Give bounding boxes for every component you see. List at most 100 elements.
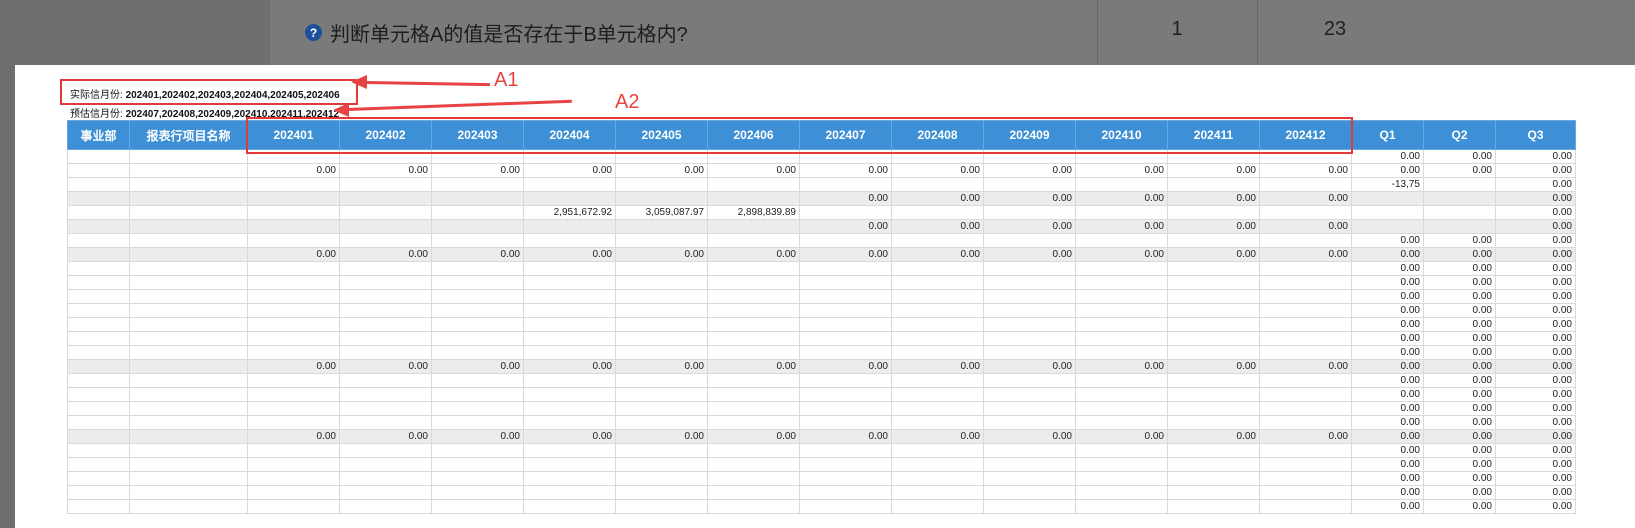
table-cell bbox=[67, 471, 130, 486]
table-cell bbox=[1423, 177, 1496, 192]
table-cell: 0.00 bbox=[1351, 387, 1424, 402]
table-cell bbox=[891, 387, 984, 402]
table-cell: 0.00 bbox=[1495, 471, 1576, 486]
table-cell: 0.00 bbox=[1423, 429, 1496, 444]
table-cell: 0.00 bbox=[1495, 429, 1576, 444]
table-cell bbox=[799, 205, 892, 220]
table-cell: 0.00 bbox=[707, 429, 800, 444]
table-cell bbox=[1167, 331, 1260, 346]
table-cell: 0.00 bbox=[431, 429, 524, 444]
table-cell: 0.00 bbox=[1351, 331, 1424, 346]
table-cell bbox=[247, 289, 340, 304]
table-cell bbox=[799, 499, 892, 514]
table-row: 0.00 0.00 0.00 bbox=[67, 331, 1576, 346]
table-cell: 0.00 bbox=[1351, 163, 1424, 178]
table-cell bbox=[799, 303, 892, 318]
table-cell bbox=[247, 401, 340, 416]
table-cell bbox=[1167, 261, 1260, 276]
table-cell bbox=[1259, 415, 1352, 430]
table-cell bbox=[891, 205, 984, 220]
table-cell bbox=[983, 415, 1076, 430]
table-cell: 0.00 bbox=[1495, 499, 1576, 514]
table-cell: 0.00 bbox=[1423, 345, 1496, 360]
table-row: -13,75 0.00 bbox=[67, 177, 1576, 192]
table-cell bbox=[1259, 261, 1352, 276]
table-cell bbox=[339, 471, 432, 486]
table-cell bbox=[1423, 205, 1496, 220]
table-cell bbox=[1167, 373, 1260, 388]
a2-label: A2 bbox=[615, 91, 640, 113]
table-cell bbox=[339, 289, 432, 304]
table-cell bbox=[615, 499, 708, 514]
table-cell bbox=[799, 331, 892, 346]
table-cell: 0.00 bbox=[431, 359, 524, 374]
table-cell bbox=[129, 359, 248, 374]
table-cell bbox=[431, 219, 524, 234]
table-cell bbox=[1075, 331, 1168, 346]
table-cell bbox=[67, 499, 130, 514]
table-cell: 0.00 bbox=[1495, 345, 1576, 360]
table-cell bbox=[1259, 471, 1352, 486]
table-cell bbox=[799, 401, 892, 416]
table-cell bbox=[1259, 457, 1352, 472]
table-cell bbox=[615, 387, 708, 402]
table-cell bbox=[615, 331, 708, 346]
table-cell bbox=[1167, 233, 1260, 248]
table-cell: 0.00 bbox=[1495, 177, 1576, 192]
table-cell bbox=[523, 317, 616, 332]
table-cell: 0.00 bbox=[1075, 359, 1168, 374]
table-cell bbox=[523, 261, 616, 276]
table-cell: 0.00 bbox=[1495, 415, 1576, 430]
table-cell bbox=[707, 191, 800, 206]
table-row: 0.00 0.00 0.00 0.00 0.00 0.00 0.00 0.00 0.00 0.00… bbox=[67, 359, 1576, 374]
table-row: 0.00 0.00 0.00 bbox=[67, 261, 1576, 276]
table-cell bbox=[891, 499, 984, 514]
table-cell bbox=[1167, 401, 1260, 416]
table-cell bbox=[67, 331, 130, 346]
table-cell bbox=[339, 331, 432, 346]
table-cell: 0.00 bbox=[1423, 499, 1496, 514]
table-row: 0.00 0.00 0.00 bbox=[67, 233, 1576, 248]
table-cell: 0.00 bbox=[799, 247, 892, 262]
table-cell: 0.00 bbox=[615, 163, 708, 178]
table-row: 0.00 0.00 0.00 bbox=[67, 373, 1576, 388]
table-cell: 0.00 bbox=[339, 247, 432, 262]
table-cell bbox=[339, 233, 432, 248]
table-cell: 0.00 bbox=[1167, 429, 1260, 444]
table-cell bbox=[1075, 233, 1168, 248]
table-cell bbox=[431, 303, 524, 318]
table-cell: 0.00 bbox=[707, 247, 800, 262]
table-cell bbox=[1259, 233, 1352, 248]
table-cell bbox=[1259, 289, 1352, 304]
table-cell bbox=[247, 443, 340, 458]
table-cell: 0.00 bbox=[1075, 191, 1168, 206]
table-cell: 0.00 bbox=[615, 359, 708, 374]
table-cell bbox=[983, 275, 1076, 290]
table-cell: 0.00 bbox=[891, 429, 984, 444]
table-cell bbox=[891, 261, 984, 276]
table-cell: 0.00 bbox=[1351, 443, 1424, 458]
table-cell bbox=[129, 317, 248, 332]
table-cell: 0.00 bbox=[523, 429, 616, 444]
table-cell: 0.00 bbox=[523, 163, 616, 178]
table-row: 0.00 0.00 0.00 bbox=[67, 471, 1576, 486]
table-cell bbox=[1259, 205, 1352, 220]
table-cell bbox=[891, 443, 984, 458]
table-cell bbox=[799, 457, 892, 472]
table-cell bbox=[523, 457, 616, 472]
table-cell bbox=[431, 289, 524, 304]
table-cell bbox=[1075, 401, 1168, 416]
table-cell bbox=[1075, 317, 1168, 332]
table-cell bbox=[67, 219, 130, 234]
stat-divider bbox=[1097, 0, 1098, 66]
table-cell: 0.00 bbox=[799, 219, 892, 234]
table-cell bbox=[983, 373, 1076, 388]
table-cell bbox=[247, 331, 340, 346]
table-cell bbox=[431, 275, 524, 290]
table-cell bbox=[339, 205, 432, 220]
table-cell: 0.00 bbox=[891, 219, 984, 234]
table-cell bbox=[247, 345, 340, 360]
table-cell: 0.00 bbox=[1167, 219, 1260, 234]
table-cell: 0.00 bbox=[1495, 373, 1576, 388]
table-cell: 0.00 bbox=[431, 163, 524, 178]
